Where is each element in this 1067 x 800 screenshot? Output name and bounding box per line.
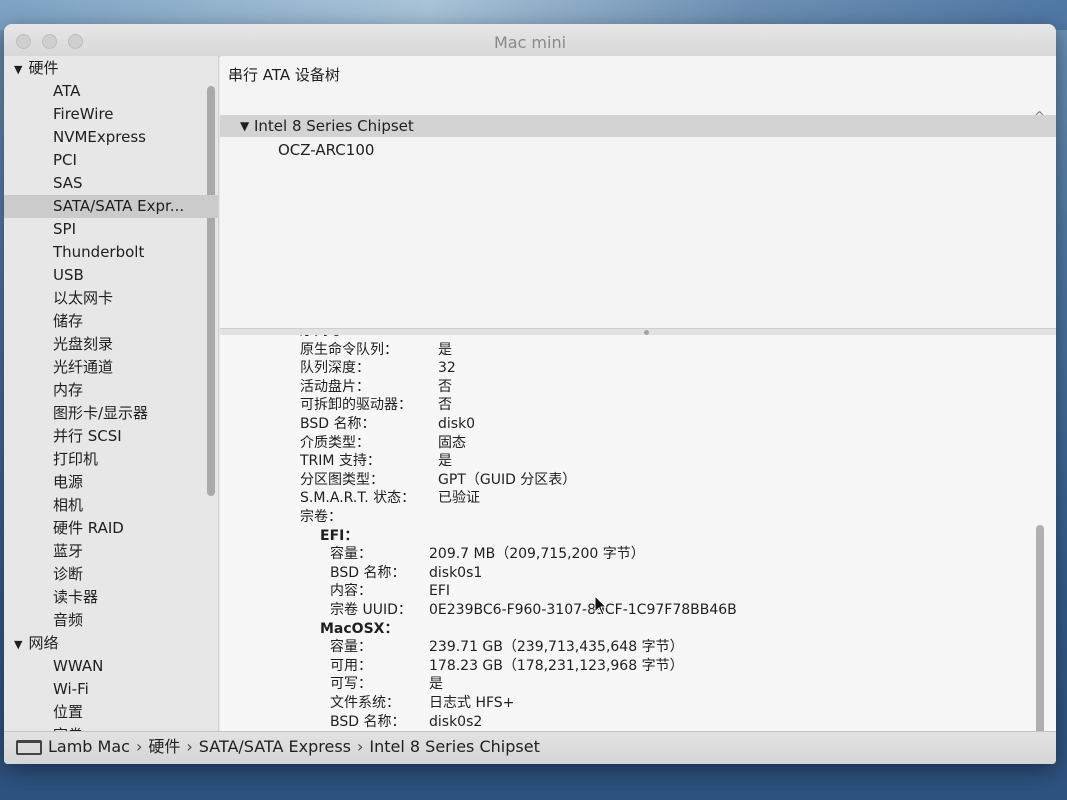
breadcrumb-item[interactable]: 硬件: [148, 732, 180, 762]
sidebar-item[interactable]: SAS: [4, 172, 218, 195]
volume-value: 日志式 HFS+: [429, 695, 515, 711]
sidebar-item[interactable]: Wi-Fi: [4, 678, 218, 701]
volume-value: 209.7 MB（209,715,200 字节）: [429, 546, 645, 563]
main-content: 串行 ATA 设备树 ▼ Intel 8 Series Chipset OCZ-…: [220, 56, 1056, 731]
sidebar-item[interactable]: ATA: [4, 80, 218, 103]
detail-partial-row: 序列号： A22L1061605008890: [300, 335, 511, 340]
title-bar[interactable]: Mac mini: [4, 24, 1056, 57]
detail-key: TRIM 支持：: [300, 453, 381, 470]
detail-key: 介质类型：: [300, 434, 370, 451]
detail-value: 固态: [438, 434, 466, 451]
sidebar-item[interactable]: 宗卷: [4, 724, 218, 731]
detail-key: 可拆卸的驱动器：: [300, 397, 412, 414]
volume-key: 容量：: [330, 546, 372, 563]
tree-row-device[interactable]: OCZ-ARC100: [220, 139, 1056, 161]
sidebar-item[interactable]: 读卡器: [4, 586, 218, 609]
window-title: Mac mini: [493, 33, 567, 52]
detail-key: BSD 名称：: [300, 416, 376, 432]
sidebar-item[interactable]: FireWire: [4, 103, 218, 126]
breadcrumb-item[interactable]: Intel 8 Series Chipset: [369, 732, 539, 762]
tree-label-device: OCZ-ARC100: [278, 141, 375, 159]
volume-key: 可写：: [330, 676, 372, 693]
tree-label-chipset: Intel 8 Series Chipset: [254, 117, 414, 135]
sidebar-item[interactable]: NVMExpress: [4, 126, 218, 149]
sidebar-item[interactable]: Thunderbolt: [4, 241, 218, 264]
volume-value: EFI: [429, 583, 451, 600]
volume-key: 文件系统：: [330, 695, 400, 711]
sidebar-item[interactable]: 位置: [4, 701, 218, 724]
sidebar-item[interactable]: 蓝牙: [4, 540, 218, 563]
sidebar-group-1[interactable]: ▼ 网络: [4, 632, 218, 655]
breadcrumb-item[interactable]: Lamb Mac: [48, 732, 130, 762]
volume-value: disk0s2: [429, 713, 483, 730]
sidebar-item[interactable]: 诊断: [4, 563, 218, 586]
sidebar-item[interactable]: 电源: [4, 471, 218, 494]
sidebar-item[interactable]: 以太网卡: [4, 287, 218, 310]
detail-key: 队列深度：: [300, 360, 370, 377]
sidebar-item[interactable]: 光盘刻录: [4, 333, 218, 356]
path-bar: Lamb Mac › 硬件 › SATA/SATA Express › Intel 8 Se…: [4, 731, 1056, 764]
sidebar-group-label: 硬件: [28, 59, 59, 77]
volume-value: 178.23 GB（178,231,123,968 字节）: [429, 657, 684, 674]
volume-key: 内容：: [330, 583, 372, 600]
detail-key: S.M.A.R.T. 状态：: [300, 490, 416, 507]
volume-name: EFI：: [320, 527, 359, 544]
volume-key: BSD 名称：: [330, 713, 406, 730]
sidebar-item[interactable]: 打印机: [4, 448, 218, 471]
detail-value: GPT（GUID 分区表）: [438, 471, 577, 488]
detail-key: 原生命令队列：: [300, 341, 398, 358]
detail-value: 否: [438, 378, 452, 395]
breadcrumb-separator: ›: [357, 737, 364, 756]
device-tree-header: 串行 ATA 设备树: [228, 66, 340, 84]
detail-key: 宗卷：: [300, 509, 342, 525]
detail-value: disk0: [438, 416, 476, 432]
detail-key: 活动盘片：: [300, 378, 370, 395]
disclosure-open-icon[interactable]: ▼: [14, 638, 22, 651]
volume-value: 239.71 GB（239,713,435,648 字节）: [429, 639, 684, 656]
sidebar-item[interactable]: 储存: [4, 310, 218, 333]
tree-row-chipset[interactable]: ▼ Intel 8 Series Chipset: [220, 115, 1056, 137]
disclosure-open-icon[interactable]: ▼: [240, 115, 249, 137]
detail-key: 分区图类型：: [300, 471, 384, 488]
breadcrumb-separator: ›: [135, 737, 143, 756]
volume-name: MacOSX：: [320, 620, 399, 637]
volume-key: 宗卷 UUID：: [330, 602, 412, 618]
mouse-cursor-icon: [594, 595, 608, 616]
sidebar-item[interactable]: PCI: [4, 149, 218, 172]
sidebar-item[interactable]: WWAN: [4, 655, 218, 678]
sidebar-item[interactable]: 音频: [4, 609, 218, 632]
sidebar[interactable]: ▼ 硬件 ATA FireWire NVMExpress PCI SAS SATA/SATA …: [4, 56, 219, 731]
volume-value: disk0s1: [429, 564, 483, 581]
sidebar-item[interactable]: 光纤通道: [4, 356, 218, 379]
breadcrumb-item[interactable]: SATA/SATA Express: [199, 732, 351, 762]
detail-pane: 序列号： A22L1061605008890原生命令队列：是队列深度：32活动盘…: [220, 335, 1056, 731]
sidebar-item[interactable]: 硬件 RAID: [4, 517, 218, 540]
volume-key: BSD 名称：: [330, 564, 406, 581]
detail-value: 32: [438, 360, 456, 377]
detail-value: 是: [438, 341, 452, 358]
detail-scrollbar[interactable]: [1036, 525, 1044, 731]
breadcrumb-separator: ›: [186, 737, 193, 756]
disclosure-open-icon[interactable]: ▼: [14, 63, 22, 76]
sidebar-item[interactable]: 图形卡/显示器: [4, 402, 218, 425]
laptop-icon: [16, 740, 42, 755]
volume-key: 可用：: [330, 657, 372, 674]
sidebar-item[interactable]: 相机: [4, 494, 218, 517]
sidebar-group-label: 网络: [28, 634, 59, 652]
detail-value: 已验证: [438, 490, 480, 507]
sidebar-group-0[interactable]: ▼ 硬件: [4, 57, 218, 80]
sidebar-item[interactable]: SPI: [4, 218, 218, 241]
detail-value: 否: [438, 397, 452, 414]
sidebar-item[interactable]: 并行 SCSI: [4, 425, 218, 448]
detail-value: 是: [438, 453, 452, 470]
scroll-up-icon[interactable]: ^: [1034, 110, 1045, 125]
sidebar-item[interactable]: 内存: [4, 379, 218, 402]
sidebar-item[interactable]: SATA/SATA Expr...: [4, 195, 218, 218]
volume-value: 是: [429, 676, 443, 693]
sidebar-item[interactable]: USB: [4, 264, 218, 287]
volume-value: 0E239BC6-F960-3107-89CF-1C97F78BB46B: [429, 602, 737, 618]
system-information-window: Mac mini ▼ 硬件 ATA FireWire NVMExpress PCI SAS S…: [4, 24, 1056, 764]
volume-key: 容量：: [330, 639, 372, 656]
